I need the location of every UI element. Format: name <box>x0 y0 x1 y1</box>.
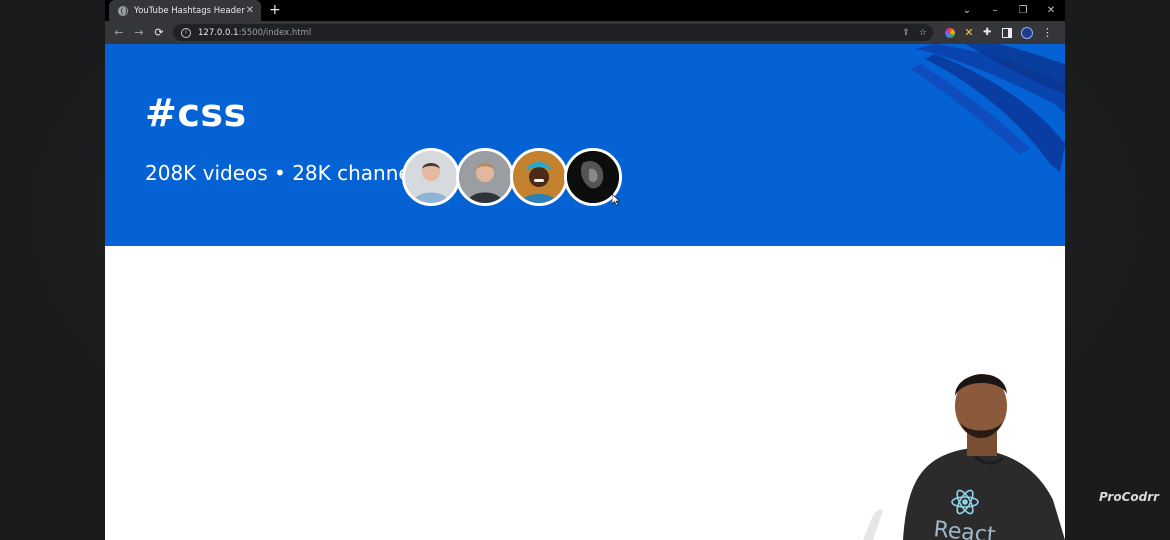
window-controls: ⌄ – ❐ ✕ <box>953 0 1065 21</box>
extensions-area: ✕ ✚ ⋮ <box>945 21 1053 44</box>
restore-button[interactable]: ❐ <box>1009 5 1037 16</box>
hashtag-header: #css 208K videos • 28K channels <box>105 44 1065 246</box>
color-picker-extension-icon[interactable] <box>945 27 955 38</box>
avatar-2 <box>456 148 514 206</box>
minimize-button[interactable]: – <box>981 5 1009 16</box>
browser-window: YouTube Hashtags Header ✕ + ⌄ – ❐ ✕ ← → … <box>105 0 1065 540</box>
url-host: 127.0.0.1 <box>198 27 239 38</box>
site-info-icon[interactable]: i <box>181 27 191 38</box>
side-panel-icon[interactable] <box>1002 27 1012 38</box>
tab-strip: YouTube Hashtags Header ✕ + ⌄ – ❐ ✕ <box>105 0 1065 21</box>
avatar-1 <box>402 148 460 206</box>
address-bar[interactable]: i 127.0.0.1:5500/index.html ⇪ ☆ <box>173 24 933 41</box>
forward-button[interactable]: → <box>129 26 149 39</box>
new-tab-button[interactable]: + <box>269 2 281 18</box>
url-text: 127.0.0.1:5500/index.html <box>198 28 311 38</box>
mouse-cursor-icon <box>612 194 620 206</box>
tab-title: YouTube Hashtags Header <box>134 5 245 16</box>
reload-button[interactable]: ⟳ <box>149 26 169 39</box>
brush-stroke-decoration <box>910 44 1065 172</box>
channel-watermark: ProCodrr <box>1099 490 1160 504</box>
hashtag-stats: 208K videos • 28K channels <box>145 161 427 185</box>
browser-toolbar: ← → ⟳ i 127.0.0.1:5500/index.html ⇪ ☆ ✕ … <box>105 21 1065 44</box>
bookmark-star-icon[interactable]: ☆ <box>919 28 927 38</box>
avatar-stack <box>402 148 622 206</box>
extensions-puzzle-icon[interactable]: ✚ <box>983 27 993 38</box>
url-path: :5500/index.html <box>238 27 312 38</box>
tab-youtube-hashtags-header[interactable]: YouTube Hashtags Header ✕ <box>109 0 261 21</box>
back-button[interactable]: ← <box>109 26 129 39</box>
share-icon[interactable]: ⇪ <box>902 28 910 38</box>
tab-search-icon[interactable]: ⌄ <box>953 5 981 16</box>
avatar-3 <box>510 148 568 206</box>
hashtag-title: #css <box>145 91 247 135</box>
globe-icon <box>118 5 128 16</box>
cross-extension-icon[interactable]: ✕ <box>964 27 974 38</box>
omnibox-actions: ⇪ ☆ <box>902 24 927 41</box>
profile-avatar-icon[interactable] <box>1021 26 1033 39</box>
close-window-button[interactable]: ✕ <box>1037 5 1065 16</box>
presenter-webcam: React <box>863 374 1065 540</box>
kebab-menu-icon[interactable]: ⋮ <box>1042 27 1053 38</box>
close-tab-icon[interactable]: ✕ <box>246 5 254 16</box>
